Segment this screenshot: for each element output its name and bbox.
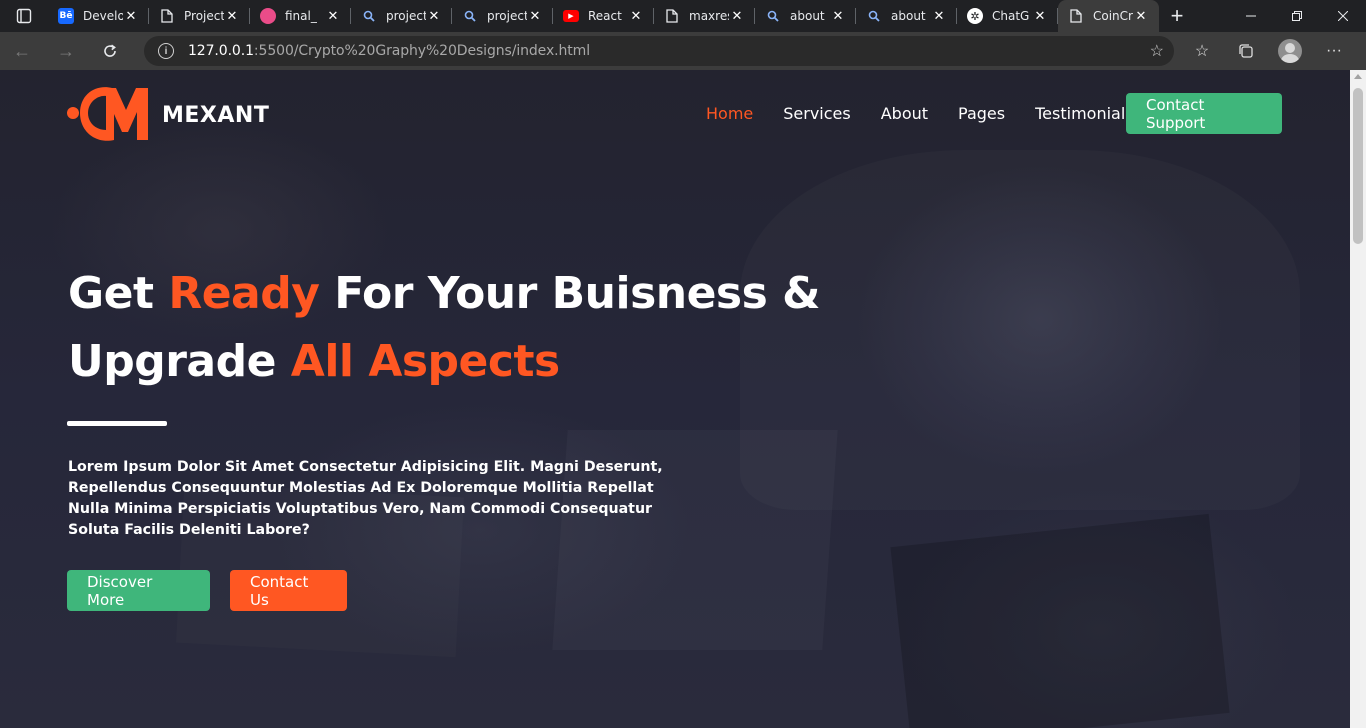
browser-tab[interactable]: final_ ✕ xyxy=(250,0,351,32)
close-tab-icon[interactable]: ✕ xyxy=(1133,8,1149,24)
site-info-icon[interactable]: i xyxy=(158,43,174,59)
favorites-icon: ☆ xyxy=(1194,43,1210,60)
main-navigation: Home Services About Pages Testimonials xyxy=(706,104,1164,123)
youtube-icon: ▶ xyxy=(563,10,579,22)
nav-link-testimonials[interactable]: Testimonials xyxy=(1035,104,1134,123)
chatgpt-icon: ✲ xyxy=(967,8,983,24)
nav-link-services[interactable]: Services xyxy=(783,104,850,123)
brand-name: MEXANT xyxy=(162,102,270,128)
page-scrollbar[interactable] xyxy=(1350,70,1366,728)
nav-link-home[interactable]: Home xyxy=(706,104,753,123)
url-text: 127.0.0.1:5500/Crypto%20Graphy%20Designs… xyxy=(188,43,590,59)
dribbble-icon xyxy=(260,8,276,24)
tab-title: CoinCr xyxy=(1093,9,1133,23)
hero-divider xyxy=(67,421,167,426)
search-icon xyxy=(462,8,478,24)
close-icon xyxy=(1338,11,1348,21)
close-tab-icon[interactable]: ✕ xyxy=(1032,8,1048,24)
search-icon xyxy=(765,8,781,24)
settings-menu-button[interactable]: ··· xyxy=(1312,32,1356,70)
more-icon: ··· xyxy=(1326,42,1342,59)
close-tab-icon[interactable]: ✕ xyxy=(830,8,846,24)
tab-title: React xyxy=(588,9,622,23)
browser-tab[interactable]: ✲ ChatG ✕ xyxy=(957,0,1058,32)
plus-icon: + xyxy=(1170,3,1184,28)
close-tab-icon[interactable]: ✕ xyxy=(527,8,543,24)
hero-description: Lorem Ipsum Dolor Sit Amet Consectetur A… xyxy=(68,459,663,538)
browser-tab-strip: Bē Develo ✕ Project ✕ final_ ✕ project ✕ project ✕… xyxy=(0,0,1366,32)
close-tab-icon[interactable]: ✕ xyxy=(426,8,442,24)
nav-link-about[interactable]: About xyxy=(881,104,928,123)
tab-title: final_ xyxy=(285,9,317,23)
window-controls xyxy=(1228,0,1366,32)
page-icon xyxy=(1068,8,1084,24)
tab-title: ChatG xyxy=(992,9,1030,23)
arrow-left-icon: ← xyxy=(13,40,31,61)
contact-us-button[interactable]: Contact Us xyxy=(230,570,347,611)
browser-tab[interactable]: about ✕ xyxy=(755,0,856,32)
mexant-logo-icon xyxy=(67,87,148,141)
tab-title: Develo xyxy=(83,9,123,23)
profile-button[interactable] xyxy=(1268,32,1312,70)
reload-button[interactable] xyxy=(88,32,132,70)
browser-tab[interactable]: ▶ React ✕ xyxy=(553,0,654,32)
behance-icon: Bē xyxy=(58,8,74,24)
hero-title-accent: Ready xyxy=(168,268,320,319)
back-button[interactable]: ← xyxy=(0,32,44,70)
scrollbar-thumb[interactable] xyxy=(1353,88,1363,244)
tab-title: project xyxy=(487,9,527,23)
contact-support-button[interactable]: Contact Support xyxy=(1126,93,1282,134)
discover-more-button[interactable]: Discover More xyxy=(67,570,210,611)
avatar xyxy=(1278,39,1302,63)
add-favorite-icon[interactable]: ☆ xyxy=(1150,41,1164,61)
browser-tab[interactable]: maxres✕ xyxy=(654,0,755,32)
browser-tab[interactable]: CoinCr ✕ xyxy=(1058,0,1159,32)
reload-icon xyxy=(104,44,116,57)
browser-tab[interactable]: project ✕ xyxy=(351,0,452,32)
browser-toolbar: ← → i 127.0.0.1:5500/Crypto%20Graphy%20D… xyxy=(0,32,1366,70)
search-icon xyxy=(866,8,882,24)
scroll-up-icon[interactable] xyxy=(1354,74,1362,79)
tab-title: maxres xyxy=(689,9,729,23)
tab-list: Bē Develo ✕ Project ✕ final_ ✕ project ✕ project ✕… xyxy=(48,0,1159,32)
collections-icon xyxy=(1239,44,1253,58)
forward-button[interactable]: → xyxy=(44,32,88,70)
page-icon xyxy=(664,8,680,24)
close-tab-icon[interactable]: ✕ xyxy=(123,8,139,24)
browser-tab[interactable]: about ✕ xyxy=(856,0,957,32)
favorites-button[interactable]: ☆ xyxy=(1180,32,1224,70)
tab-title: about xyxy=(891,9,926,23)
close-tab-icon[interactable]: ✕ xyxy=(628,8,644,24)
browser-tab[interactable]: Bē Develo ✕ xyxy=(48,0,149,32)
tab-actions-icon xyxy=(16,8,32,24)
hero-title: Get Ready For Your Buisness & Upgrade Al… xyxy=(68,268,821,387)
restore-icon xyxy=(1292,11,1302,21)
tab-actions-button[interactable] xyxy=(0,0,48,32)
browser-tab[interactable]: project ✕ xyxy=(452,0,553,32)
search-icon xyxy=(361,8,377,24)
tab-title: Project xyxy=(184,9,224,23)
page-viewport: MEXANT Home Services About Pages Testimonial… xyxy=(0,70,1350,728)
collections-button[interactable] xyxy=(1224,32,1268,70)
restore-button[interactable] xyxy=(1274,0,1320,32)
close-tab-icon[interactable]: ✕ xyxy=(729,8,745,24)
close-window-button[interactable] xyxy=(1320,0,1366,32)
hero-title-accent: All Aspects xyxy=(290,336,560,387)
browser-tab[interactable]: Project ✕ xyxy=(149,0,250,32)
address-bar[interactable]: i 127.0.0.1:5500/Crypto%20Graphy%20Desig… xyxy=(144,36,1174,66)
minimize-icon xyxy=(1246,15,1256,17)
minimize-button[interactable] xyxy=(1228,0,1274,32)
tab-title: project xyxy=(386,9,426,23)
nav-link-pages[interactable]: Pages xyxy=(958,104,1005,123)
brand-logo[interactable]: MEXANT xyxy=(66,82,269,148)
close-tab-icon[interactable]: ✕ xyxy=(931,8,947,24)
close-tab-icon[interactable]: ✕ xyxy=(224,8,240,24)
arrow-right-icon: → xyxy=(57,40,75,61)
page-icon xyxy=(159,8,175,24)
background-keyboard-shape xyxy=(890,513,1230,728)
new-tab-button[interactable]: + xyxy=(1159,0,1195,32)
close-tab-icon[interactable]: ✕ xyxy=(325,8,341,24)
tab-title: about xyxy=(790,9,825,23)
toolbar-actions: ☆ ··· xyxy=(1180,32,1356,70)
